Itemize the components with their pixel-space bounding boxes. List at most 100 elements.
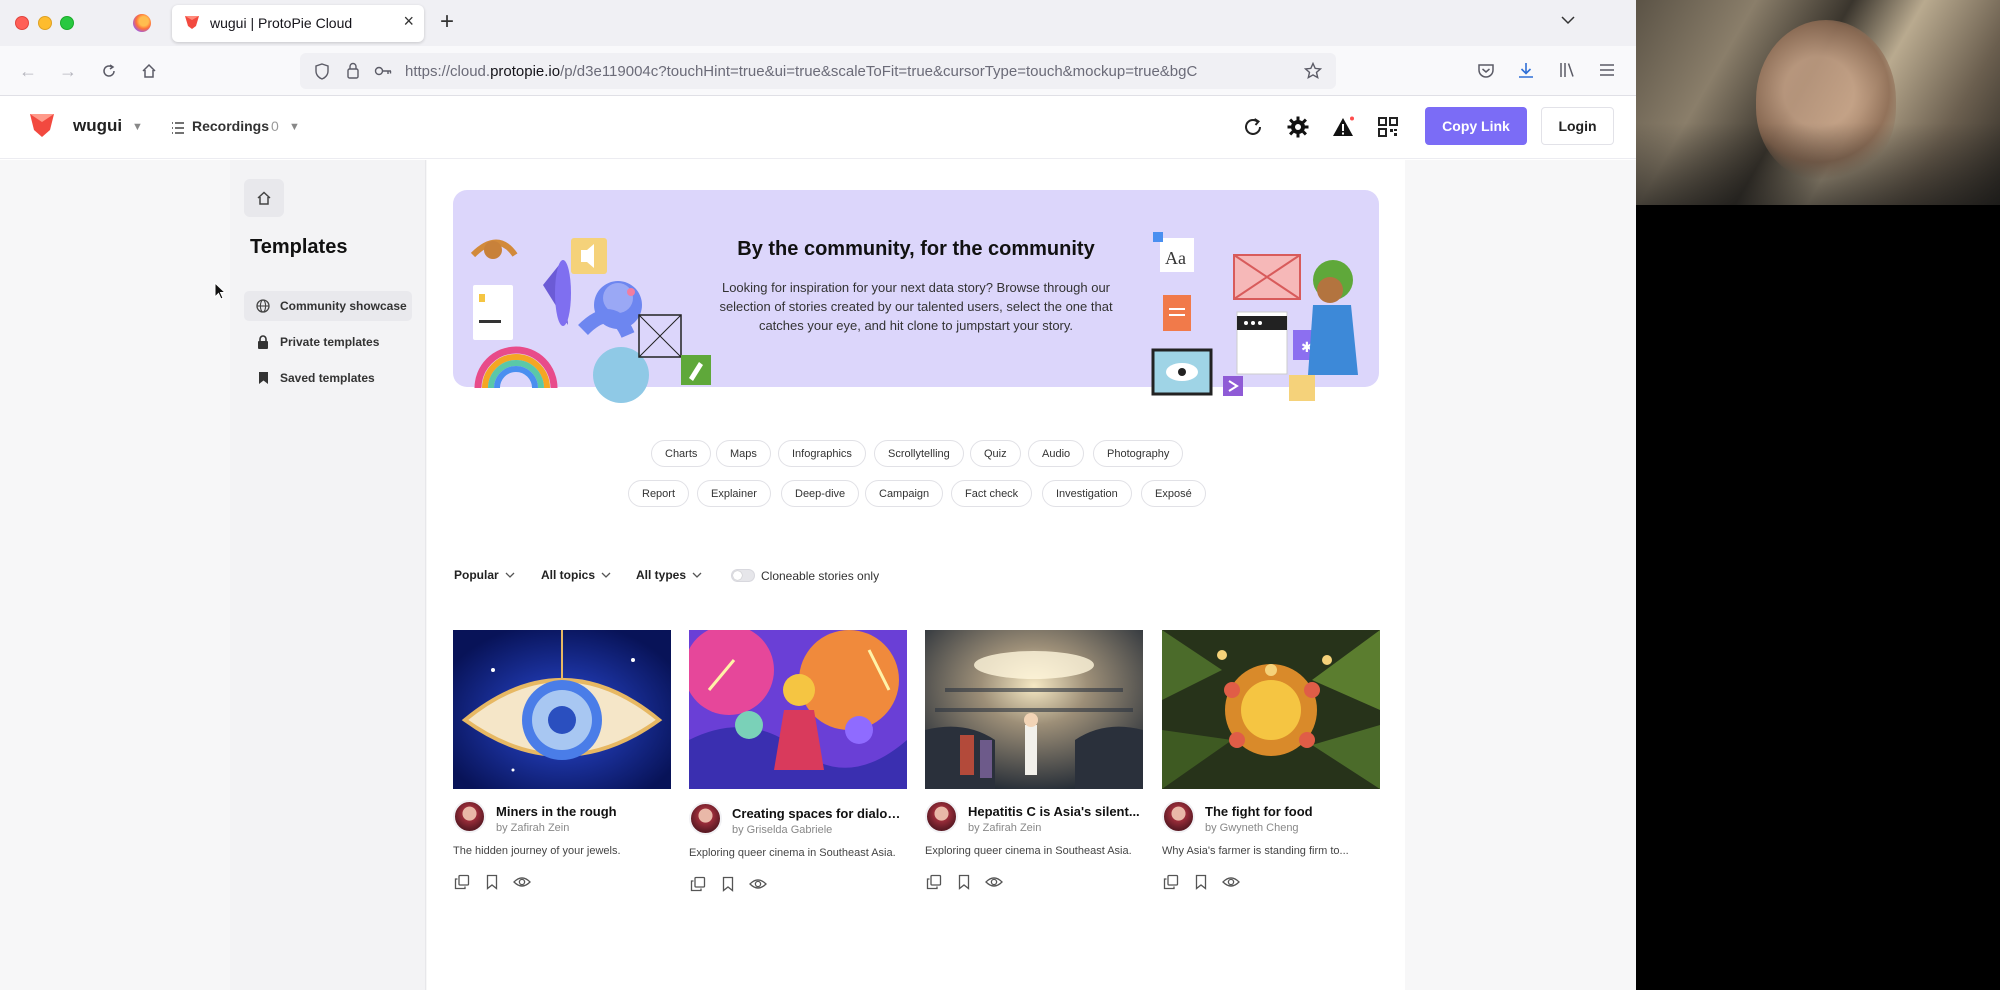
- bookmark-star-icon[interactable]: [1304, 62, 1322, 80]
- story-card[interactable]: Creating spaces for dialogue by Griselda…: [689, 630, 908, 900]
- avatar[interactable]: [453, 800, 486, 833]
- globe-icon: [256, 299, 270, 313]
- topics-dropdown[interactable]: All topics: [541, 568, 611, 582]
- clone-icon[interactable]: [925, 873, 943, 891]
- bookmark-icon[interactable]: [1192, 873, 1210, 891]
- clone-icon[interactable]: [453, 873, 471, 891]
- card-title[interactable]: The fight for food: [1205, 804, 1381, 819]
- chip-fact-check[interactable]: Fact check: [951, 480, 1033, 507]
- reload-icon[interactable]: [97, 59, 121, 83]
- home-icon[interactable]: [137, 59, 161, 83]
- story-card[interactable]: The fight for food by Gwyneth Cheng Why …: [1162, 630, 1380, 900]
- card-title[interactable]: Hepatitis C is Asia's silent...: [968, 804, 1144, 819]
- sort-dropdown[interactable]: Popular: [454, 568, 515, 582]
- card-title[interactable]: Miners in the rough: [496, 804, 672, 819]
- menu-icon[interactable]: [1598, 62, 1616, 78]
- window-close-button[interactable]: [15, 16, 29, 30]
- navigation-toolbar: ← → https://cloud.protopie.io/p/d3e11900…: [0, 46, 1636, 96]
- browser-tab[interactable]: wugui | ProtoPie Cloud ×: [172, 5, 424, 42]
- chevron-down-icon[interactable]: ▼: [289, 121, 300, 133]
- card-description: Exploring queer cinema in Southeast Asia…: [689, 847, 896, 859]
- copy-link-button[interactable]: Copy Link: [1425, 107, 1527, 145]
- window-minimize-button[interactable]: [38, 16, 52, 30]
- card-author[interactable]: by Gwyneth Cheng: [1205, 822, 1299, 834]
- chip-explainer[interactable]: Explainer: [697, 480, 771, 507]
- chip-campaign[interactable]: Campaign: [865, 480, 944, 507]
- story-card[interactable]: Miners in the rough by Zafirah Zein The …: [453, 630, 671, 900]
- card-title[interactable]: Creating spaces for dialogue: [732, 806, 908, 821]
- download-icon[interactable]: [1517, 61, 1535, 79]
- restart-icon[interactable]: [1240, 114, 1266, 140]
- new-tab-icon[interactable]: +: [440, 8, 454, 36]
- card-actions: [689, 875, 767, 893]
- library-icon[interactable]: [1558, 61, 1576, 79]
- card-author[interactable]: by Zafirah Zein: [496, 822, 569, 834]
- forward-arrow-icon[interactable]: →: [56, 59, 80, 83]
- chip-infographics[interactable]: Infographics: [778, 440, 866, 467]
- clone-icon[interactable]: [689, 875, 707, 893]
- templates-sidebar: [230, 160, 426, 990]
- tab-title: wugui | ProtoPie Cloud: [210, 15, 353, 31]
- bookmark-icon[interactable]: [955, 873, 973, 891]
- address-bar[interactable]: https://cloud.protopie.io/p/d3e119004c?t…: [300, 53, 1336, 89]
- eye-icon[interactable]: [749, 875, 767, 893]
- eye-icon[interactable]: [985, 873, 1003, 891]
- chip-scrollytelling[interactable]: Scrollytelling: [874, 440, 964, 467]
- sidebar-item-private-templates[interactable]: Private templates: [244, 327, 412, 357]
- avatar[interactable]: [925, 800, 958, 833]
- pocket-icon[interactable]: [1477, 62, 1495, 80]
- chip-report[interactable]: Report: [628, 480, 690, 507]
- chip-expose[interactable]: Exposé: [1141, 480, 1206, 507]
- eye-icon[interactable]: [513, 873, 531, 891]
- lock-icon[interactable]: [346, 62, 360, 79]
- banner-title: By the community, for the community: [737, 238, 1095, 260]
- chip-maps[interactable]: Maps: [716, 440, 771, 467]
- card-thumbnail[interactable]: [1162, 630, 1380, 789]
- back-arrow-icon[interactable]: ←: [16, 59, 40, 83]
- types-dropdown[interactable]: All types: [636, 568, 702, 582]
- firefox-icon[interactable]: [133, 14, 151, 32]
- sidebar-title: Templates: [250, 236, 348, 258]
- cloneable-toggle[interactable]: [731, 569, 755, 582]
- url-text[interactable]: https://cloud.protopie.io/p/d3e119004c?t…: [405, 63, 1295, 80]
- chip-deep-dive[interactable]: Deep-dive: [781, 480, 860, 507]
- sidebar-item-community-showcase[interactable]: Community showcase: [244, 291, 412, 321]
- chip-photography[interactable]: Photography: [1093, 440, 1184, 467]
- eye-icon[interactable]: [1222, 873, 1240, 891]
- webcam-video: [1636, 0, 2000, 205]
- shield-icon[interactable]: [314, 63, 330, 80]
- chip-quiz[interactable]: Quiz: [970, 440, 1021, 467]
- chevron-down-icon[interactable]: [1560, 12, 1576, 28]
- home-button[interactable]: [244, 179, 284, 217]
- key-icon[interactable]: [374, 64, 392, 78]
- card-thumbnail[interactable]: [453, 630, 671, 789]
- card-thumbnail[interactable]: [925, 630, 1143, 789]
- login-button[interactable]: Login: [1541, 107, 1614, 145]
- sort-label: Popular: [454, 568, 499, 582]
- chip-audio[interactable]: Audio: [1028, 440, 1085, 467]
- tab-close-icon[interactable]: ×: [403, 11, 414, 32]
- bookmark-icon[interactable]: [483, 873, 501, 891]
- qr-code-icon[interactable]: [1375, 114, 1401, 140]
- gear-icon[interactable]: [1285, 114, 1311, 140]
- window-zoom-button[interactable]: [60, 16, 74, 30]
- bookmark-icon[interactable]: [719, 875, 737, 893]
- avatar[interactable]: [689, 802, 722, 835]
- sidebar-item-saved-templates[interactable]: Saved templates: [244, 363, 412, 393]
- clone-icon[interactable]: [1162, 873, 1180, 891]
- project-name[interactable]: wugui: [73, 116, 122, 136]
- recordings-count: 0: [271, 118, 279, 134]
- story-card[interactable]: Hepatitis C is Asia's silent... by Zafir…: [925, 630, 1143, 900]
- lock-icon: [256, 335, 270, 349]
- chip-charts[interactable]: Charts: [651, 440, 712, 467]
- protopie-logo-icon[interactable]: [30, 112, 54, 138]
- chip-investigation[interactable]: Investigation: [1042, 480, 1132, 507]
- card-author[interactable]: by Griselda Gabriele: [732, 824, 832, 836]
- card-author[interactable]: by Zafirah Zein: [968, 822, 1041, 834]
- list-icon: [172, 122, 184, 134]
- recordings-label[interactable]: Recordings: [192, 118, 269, 134]
- avatar[interactable]: [1162, 800, 1195, 833]
- warning-icon[interactable]: [1330, 114, 1356, 140]
- chevron-down-icon[interactable]: ▼: [132, 121, 143, 133]
- card-thumbnail[interactable]: [689, 630, 907, 789]
